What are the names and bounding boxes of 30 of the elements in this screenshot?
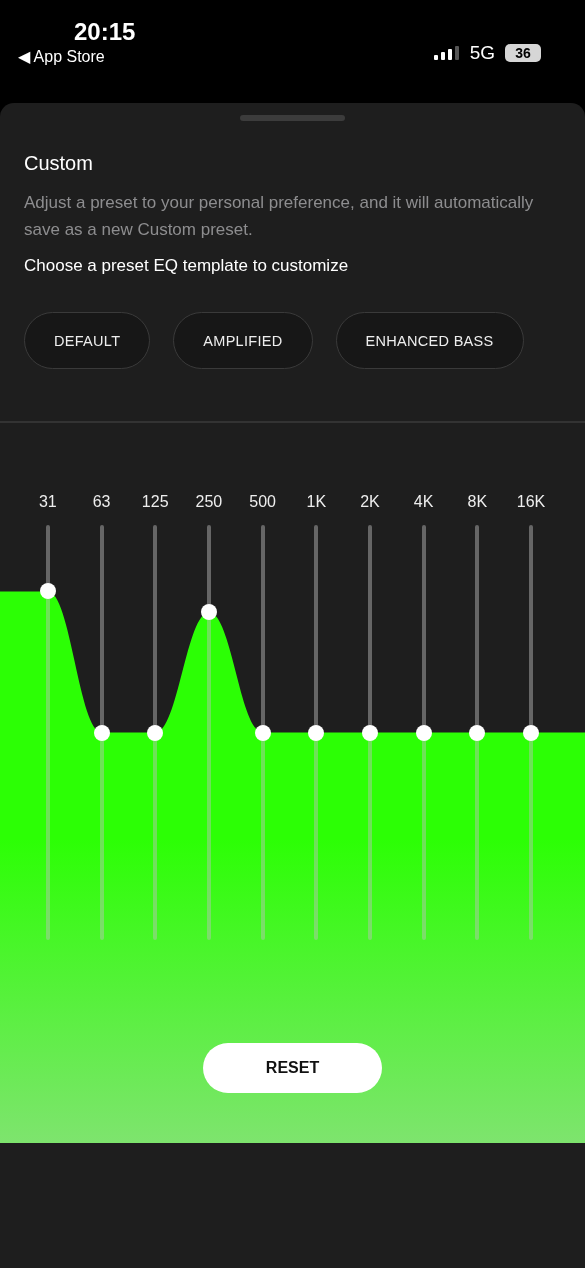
frequency-label: 63 <box>92 492 111 512</box>
network-type: 5G <box>469 42 495 64</box>
frequency-label: 2K <box>360 492 380 512</box>
status-time: 20:15 <box>74 18 136 46</box>
slider-thumb[interactable] <box>361 724 378 741</box>
slider-thumb[interactable] <box>523 724 540 741</box>
slider-thumb[interactable] <box>469 724 486 741</box>
back-to-app-link[interactable]: ◀ App Store <box>18 47 105 66</box>
sheet-title: Custom <box>24 151 94 175</box>
frequency-label: 1K <box>306 492 327 512</box>
frequency-label: 500 <box>249 492 276 512</box>
frequency-label: 31 <box>38 492 57 512</box>
preset-button[interactable]: AMPLIFIED <box>173 312 313 369</box>
frequency-label: 4K <box>413 492 434 512</box>
signal-icon <box>433 46 460 60</box>
prompt-text: Choose a preset EQ template to customize <box>24 255 350 277</box>
frequency-label: 8K <box>467 492 488 512</box>
slider-thumb[interactable] <box>200 604 217 621</box>
frequency-label: 125 <box>141 492 169 512</box>
preset-button[interactable]: DEFAULT <box>24 312 151 369</box>
slider-thumb[interactable] <box>308 724 325 741</box>
preset-button[interactable]: ENHANCED BASS <box>335 312 524 369</box>
frequency-label: 250 <box>195 492 223 512</box>
battery-indicator: 36 <box>505 44 541 62</box>
slider-thumb[interactable] <box>415 724 432 741</box>
reset-button[interactable]: RESET <box>203 1043 382 1093</box>
description-text: Adjust a preset to your personal preference, and it will automatically save as a new Custom preset. <box>24 192 535 241</box>
frequency-label: 16K <box>516 492 546 512</box>
slider-thumb[interactable] <box>39 583 56 600</box>
slider-thumb[interactable] <box>147 724 164 741</box>
